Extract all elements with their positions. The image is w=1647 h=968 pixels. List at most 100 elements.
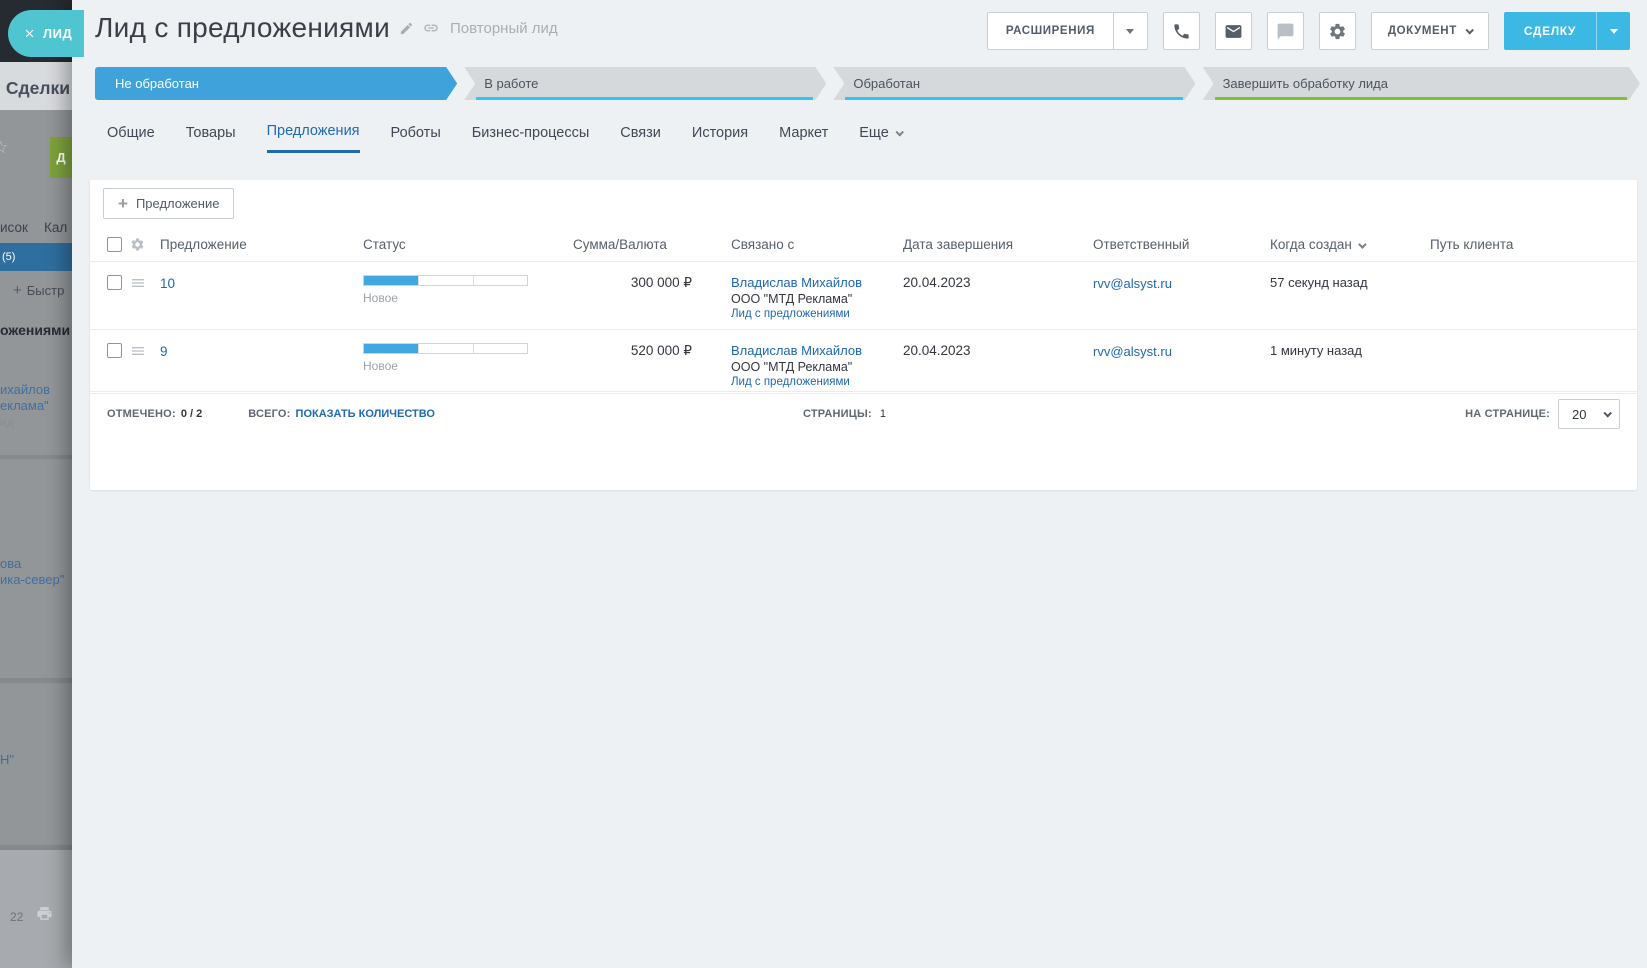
background-page-title: Сделки: [5, 78, 70, 98]
status-progress-fill: [364, 344, 419, 353]
stage-label: В работе: [484, 76, 539, 91]
background-view-tabs: исок Кал: [0, 220, 72, 235]
create-deal-button[interactable]: СДЕЛКУ: [1503, 12, 1630, 50]
slider-close-chip[interactable]: ЛИД: [8, 10, 84, 57]
background-page-body: ☆ Д исок Кал (5) + Быстр ожениями ихайлов…: [0, 110, 72, 968]
background-selected-row[interactable]: (5): [0, 243, 72, 271]
tab-connections[interactable]: Связи: [620, 123, 661, 153]
edit-title-icon[interactable]: [399, 21, 414, 36]
call-button[interactable]: [1162, 12, 1200, 50]
tab-history[interactable]: История: [692, 123, 748, 153]
column-header-related[interactable]: Связано с: [731, 237, 903, 252]
row-menu-button[interactable]: [130, 275, 160, 291]
status-progress-fill: [364, 276, 419, 285]
status-progress-bar[interactable]: [363, 343, 528, 354]
printer-icon[interactable]: [36, 905, 53, 927]
add-offer-button[interactable]: + Предложение: [103, 188, 235, 219]
row-checkbox[interactable]: [107, 275, 122, 290]
offer-id-link[interactable]: 10: [160, 276, 175, 291]
background-card-heading: ожениями: [0, 322, 71, 338]
related-lead-link[interactable]: Лид с предложениями: [731, 376, 903, 388]
offer-id-link[interactable]: 9: [160, 344, 168, 359]
background-quick-add[interactable]: + Быстр: [13, 282, 64, 299]
offer-created: 57 секунд назад: [1270, 275, 1368, 290]
background-add-button[interactable]: Д: [50, 137, 72, 178]
extensions-button[interactable]: РАСШИРЕНИЯ: [986, 12, 1148, 50]
column-header-amount[interactable]: Сумма/Валюта: [573, 237, 731, 252]
status-progress-bar[interactable]: [363, 275, 528, 286]
extensions-button-label: РАСШИРЕНИЯ: [1005, 25, 1095, 37]
background-page-header: Сделки: [0, 62, 72, 110]
deal-dropdown-arrow[interactable]: [1596, 12, 1630, 50]
background-link[interactable]: ика-север": [0, 572, 64, 587]
lead-stage-bar: Не обработан В работе Обработан Завершит…: [95, 67, 1640, 100]
offer-created: 1 минуту назад: [1270, 343, 1362, 358]
column-header-created[interactable]: Когда создан: [1270, 237, 1430, 252]
column-header-name[interactable]: Предложение: [160, 237, 363, 252]
caret-down-icon: [1126, 28, 1135, 34]
show-count-link[interactable]: ПОКАЗАТЬ КОЛИЧЕСТВО: [296, 408, 435, 420]
stage-label: Обработан: [853, 76, 920, 91]
hamburger-icon: [132, 347, 144, 355]
background-tab-calendar[interactable]: Кал: [44, 220, 67, 235]
document-button[interactable]: ДОКУМЕНТ: [1370, 12, 1489, 50]
responsible-link[interactable]: rvv@alsyst.ru: [1093, 344, 1172, 359]
extensions-dropdown-arrow[interactable]: [1112, 13, 1147, 49]
star-icon: ☆: [0, 138, 9, 157]
background-link[interactable]: ихайлов: [0, 382, 50, 397]
offer-status-cell: Новое: [363, 343, 573, 373]
stage-underline: [845, 97, 1182, 100]
tab-market[interactable]: Маркет: [779, 123, 828, 153]
related-contact-link[interactable]: Владислав Михайлов: [731, 343, 903, 358]
hamburger-icon: [132, 279, 144, 287]
row-checkbox[interactable]: [107, 343, 122, 358]
tab-robots[interactable]: Роботы: [391, 123, 441, 153]
row-menu-button[interactable]: [130, 343, 160, 359]
chat-button[interactable]: [1266, 12, 1304, 50]
related-company: ООО "МТД Реклама": [731, 360, 853, 374]
copy-link-icon[interactable]: [423, 20, 439, 36]
offer-status-cell: Новое: [363, 275, 573, 305]
column-header-status[interactable]: Статус: [363, 237, 573, 252]
tab-business-processes[interactable]: Бизнес-процессы: [472, 123, 590, 153]
background-counter: (5): [2, 251, 16, 263]
background-link[interactable]: Н": [0, 752, 14, 767]
document-button-label: ДОКУМЕНТ: [1387, 25, 1457, 37]
related-contact-link[interactable]: Владислав Михайлов: [731, 275, 903, 290]
background-link[interactable]: ова: [0, 556, 21, 571]
per-page-select[interactable]: 20: [1558, 399, 1620, 429]
grid-settings-button[interactable]: [130, 237, 160, 252]
pages-value[interactable]: 1: [880, 408, 886, 420]
offer-close-date: 20.04.2023: [903, 275, 971, 290]
close-icon: [25, 29, 34, 38]
table-row: 9 Новое 520 000 ₽ Владислав Михайлов ООО…: [90, 330, 1637, 392]
create-deal-label: СДЕЛКУ: [1523, 24, 1576, 38]
tab-general[interactable]: Общие: [107, 123, 155, 153]
divider: [0, 678, 72, 683]
caret-down-icon: [1609, 28, 1618, 34]
related-lead-link[interactable]: Лид с предложениями: [731, 308, 903, 320]
stage-finish-processing[interactable]: Завершить обработку лида: [1203, 67, 1640, 100]
checked-label: ОТМЕЧЕНО:: [107, 408, 176, 420]
responsible-link[interactable]: rvv@alsyst.ru: [1093, 276, 1172, 291]
background-page-strip: Сделки ☆ Д исок Кал (5) + Быстр ожениями …: [0, 0, 72, 968]
select-all-checkbox[interactable]: [107, 237, 122, 252]
stage-processed[interactable]: Обработан: [833, 67, 1195, 100]
column-header-responsible[interactable]: Ответственный: [1093, 237, 1270, 252]
offers-table: Предложение Статус Сумма/Валюта Связано …: [90, 228, 1637, 392]
column-header-close-date[interactable]: Дата завершения: [903, 237, 1093, 252]
tab-more[interactable]: Еще: [859, 123, 904, 153]
chat-icon: [1277, 23, 1294, 39]
settings-button[interactable]: [1318, 12, 1356, 50]
tab-offers[interactable]: Предложения: [266, 123, 360, 153]
stage-in-progress[interactable]: В работе: [464, 67, 826, 100]
background-tab-list[interactable]: исок: [0, 220, 28, 235]
chevron-down-icon: [1465, 26, 1474, 35]
add-offer-label: Предложение: [135, 196, 220, 211]
lead-slider-panel: Лид с предложениями Повторный лид РАСШИР…: [72, 0, 1647, 968]
email-button[interactable]: [1214, 12, 1252, 50]
column-header-client-path[interactable]: Путь клиента: [1430, 237, 1637, 252]
tab-products[interactable]: Товары: [186, 123, 236, 153]
background-link[interactable]: еклама": [0, 398, 49, 413]
stage-not-processed[interactable]: Не обработан: [95, 67, 457, 100]
